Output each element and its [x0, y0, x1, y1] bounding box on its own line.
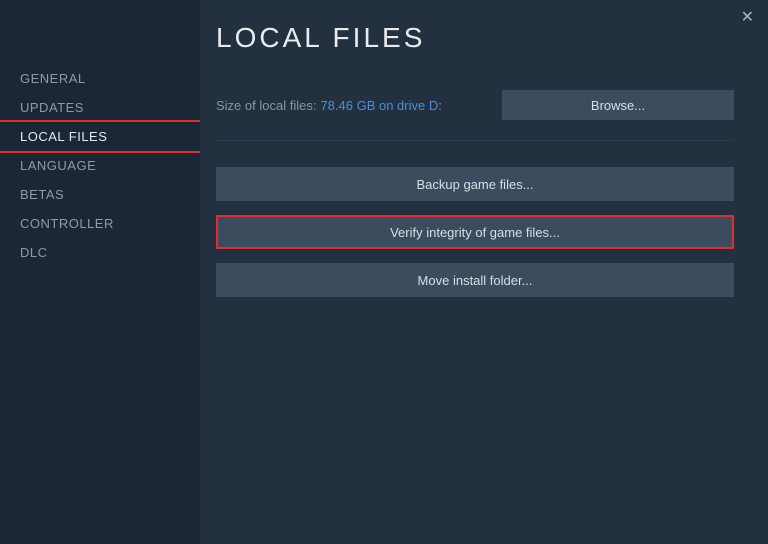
sidebar-item-dlc[interactable]: DLC [0, 238, 200, 267]
size-value: 78.46 GB on drive D [320, 98, 438, 113]
page-title: LOCAL FILES [216, 22, 734, 54]
sidebar-item-betas[interactable]: BETAS [0, 180, 200, 209]
main-panel: ✕ LOCAL FILES Size of local files: 78.46… [200, 0, 768, 544]
sidebar-item-general[interactable]: GENERAL [0, 64, 200, 93]
browse-button[interactable]: Browse... [502, 90, 734, 120]
sidebar-item-local-files[interactable]: LOCAL FILES [0, 120, 202, 153]
size-row: Size of local files: 78.46 GB on drive D… [216, 90, 734, 120]
sidebar-item-language[interactable]: LANGUAGE [0, 151, 200, 180]
size-label: Size of local files: [216, 98, 316, 113]
size-colon: : [438, 98, 442, 113]
sidebar: GENERAL UPDATES LOCAL FILES LANGUAGE BET… [0, 0, 200, 544]
backup-button[interactable]: Backup game files... [216, 167, 734, 201]
verify-button[interactable]: Verify integrity of game files... [216, 215, 734, 249]
sidebar-item-updates[interactable]: UPDATES [0, 93, 200, 122]
divider [216, 140, 734, 141]
move-button[interactable]: Move install folder... [216, 263, 734, 297]
close-icon[interactable]: ✕ [741, 10, 754, 26]
sidebar-item-controller[interactable]: CONTROLLER [0, 209, 200, 238]
